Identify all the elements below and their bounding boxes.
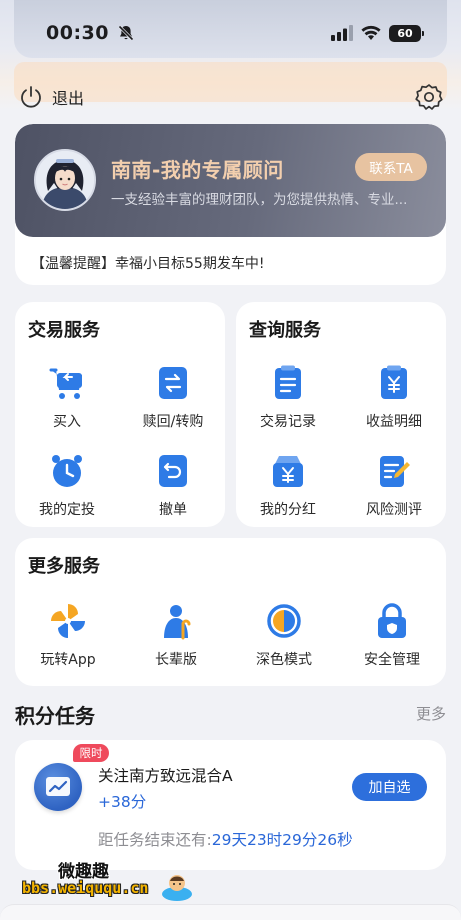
security-management-label: 安全管理 — [364, 652, 420, 668]
logout-button[interactable]: 退出 — [18, 84, 84, 110]
logout-label: 退出 — [52, 89, 85, 108]
yen-document-icon — [381, 365, 407, 399]
advisor-card[interactable]: 南南-我的专属顾问 一支经验丰富的理财团队，为您提供热情、专业... 联系TA … — [15, 124, 446, 285]
security-management-button[interactable]: 安全管理 — [342, 602, 442, 669]
trade-services-title: 交易服务 — [28, 320, 100, 341]
battery-indicator: 60 — [389, 24, 424, 42]
dark-mode-label: 深色模式 — [256, 652, 312, 668]
points-more-link[interactable]: 更多 — [416, 703, 446, 724]
document-list-icon — [275, 365, 301, 399]
more-services-card: 更多服务 玩转App 长辈版 深色模式 安全管理 — [15, 538, 446, 686]
task-name: 关注南方致远混合A — [98, 767, 233, 785]
signal-icon — [331, 25, 353, 41]
alarm-clock-icon — [52, 455, 82, 487]
auto-invest-button[interactable]: 我的定投 — [17, 452, 117, 519]
pinwheel-icon — [51, 604, 85, 638]
task-countdown: 距任务结束还有:29天23时29分26秒 — [98, 828, 353, 850]
cart-icon — [49, 368, 82, 399]
notice-text[interactable]: 【温馨提醒】幸福小目标55期发车中! — [31, 253, 264, 273]
query-services-card: 查询服务 交易记录 收益明细 我的分红 风险测评 — [236, 302, 446, 527]
advisor-description: 一支经验丰富的理财团队，为您提供热情、专业... — [111, 192, 408, 208]
watermark-mascot-icon — [162, 875, 192, 901]
cancel-order-button[interactable]: 撤单 — [123, 452, 223, 519]
buy-label: 买入 — [53, 414, 81, 430]
trade-services-card: 交易服务 买入 赎回/转购 我的定投 撤单 — [15, 302, 225, 527]
transaction-records-button[interactable]: 交易记录 — [238, 364, 338, 431]
status-time: 00:30 — [46, 22, 109, 44]
top-actions: 退出 — [18, 80, 444, 114]
query-services-title: 查询服务 — [249, 320, 321, 341]
redeem-switch-label: 赎回/转购 — [142, 414, 204, 430]
yen-box-icon — [273, 456, 303, 487]
exchange-icon — [159, 367, 187, 399]
more-services-title: 更多服务 — [28, 556, 100, 577]
earnings-detail-label: 收益明细 — [366, 414, 422, 430]
bottom-navigation[interactable] — [0, 904, 461, 920]
fund-chart-icon — [34, 763, 82, 811]
elder-mode-label: 长辈版 — [155, 652, 197, 668]
status-time-group: 00:30 — [46, 22, 135, 44]
elder-person-icon — [164, 605, 191, 640]
app-guide-label: 玩转App — [40, 652, 96, 668]
watermark: 微趣趣 bbs.weiququ.cn — [22, 855, 202, 907]
points-tasks-title: 积分任务 — [15, 704, 95, 728]
dark-mode-button[interactable]: 深色模式 — [234, 602, 334, 669]
undo-icon — [159, 455, 187, 487]
countdown-label: 距任务结束还有: — [98, 831, 212, 849]
transaction-records-label: 交易记录 — [260, 414, 316, 430]
status-bar: 00:30 60 — [0, 0, 461, 66]
earnings-detail-button[interactable]: 收益明细 — [344, 364, 444, 431]
redeem-switch-button[interactable]: 赎回/转购 — [123, 364, 223, 431]
limited-time-badge: 限时 — [73, 744, 109, 762]
add-to-watchlist-button[interactable]: 加自选 — [352, 773, 427, 801]
watermark-url: bbs.weiququ.cn — [22, 879, 149, 897]
power-icon — [21, 86, 41, 108]
gear-icon[interactable] — [414, 82, 444, 112]
task-card[interactable]: 限时 关注南方致远混合A +38分 加自选 距任务结束还有:29天23时29分2… — [15, 740, 446, 870]
auto-invest-label: 我的定投 — [39, 502, 95, 518]
app-guide-button[interactable]: 玩转App — [18, 602, 118, 669]
lock-icon — [378, 603, 406, 638]
elder-mode-button[interactable]: 长辈版 — [126, 602, 226, 669]
avatar — [34, 149, 96, 211]
edit-document-icon — [380, 456, 410, 487]
buy-button[interactable]: 买入 — [17, 364, 117, 431]
risk-assessment-label: 风险测评 — [366, 502, 422, 518]
status-indicators: 60 — [331, 24, 424, 42]
bell-muted-icon — [118, 25, 134, 41]
wifi-icon — [361, 25, 381, 40]
cancel-order-label: 撤单 — [159, 502, 187, 518]
task-points: +38分 — [98, 793, 147, 811]
risk-assessment-button[interactable]: 风险测评 — [344, 452, 444, 519]
countdown-value: 29天23时29分26秒 — [211, 831, 353, 849]
my-dividends-label: 我的分红 — [260, 502, 316, 518]
contrast-icon — [267, 604, 301, 638]
advisor-name: 南南-我的专属顾问 — [111, 158, 284, 182]
advisor-avatar-illustration — [36, 151, 94, 209]
contact-advisor-button[interactable]: 联系TA — [355, 153, 427, 181]
my-dividends-button[interactable]: 我的分红 — [238, 452, 338, 519]
